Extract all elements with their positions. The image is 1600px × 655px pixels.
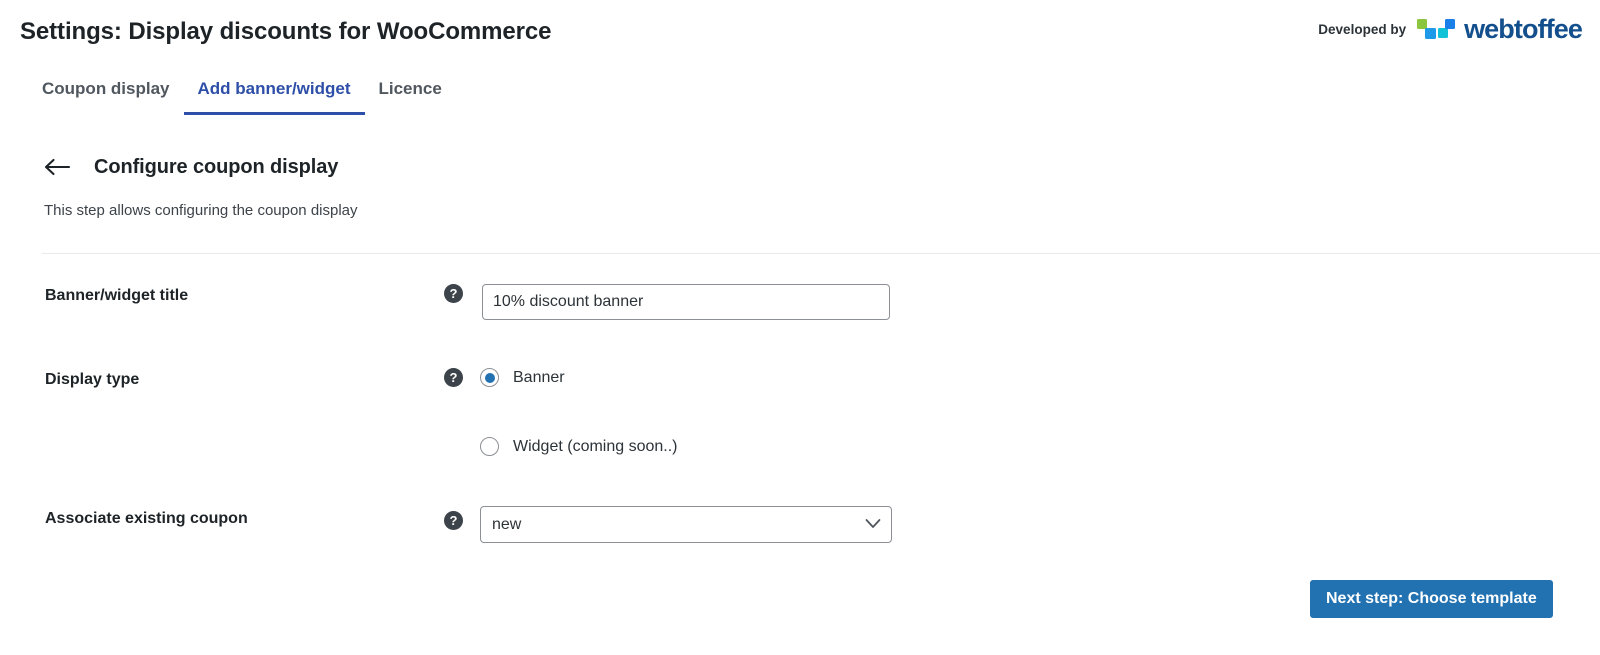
form-row-banner-title: Banner/widget title ?	[0, 278, 1600, 362]
section-divider	[42, 253, 1600, 254]
associate-coupon-select-wrap: new	[480, 506, 892, 543]
webtoffee-logo-mark	[1417, 18, 1456, 39]
display-type-label: Display type	[45, 371, 140, 388]
webtoffee-logo: webtoffee	[1417, 14, 1583, 44]
banner-title-input[interactable]	[482, 284, 890, 320]
banner-title-label: Banner/widget title	[45, 287, 189, 304]
arrow-left-icon[interactable]	[42, 154, 72, 180]
tab-licence[interactable]: Licence	[365, 78, 456, 115]
help-icon-display-type[interactable]: ?	[444, 368, 463, 387]
display-type-control: ? Banner Widget (coming soon..)	[444, 368, 678, 456]
associate-coupon-select[interactable]: new	[480, 506, 892, 543]
next-step-choose-template-button[interactable]: Next step: Choose template	[1310, 580, 1553, 618]
step-title: Configure coupon display	[94, 155, 339, 178]
tab-add-banner-widget[interactable]: Add banner/widget	[183, 78, 365, 115]
associate-coupon-label: Associate existing coupon	[45, 510, 248, 527]
radio-banner-label: Banner	[513, 368, 565, 386]
configure-panel: Configure coupon display This step allow…	[0, 146, 1600, 655]
radio-widget-label: Widget (coming soon..)	[513, 437, 678, 455]
developed-by-credit: Developed by webtoffee	[1318, 14, 1583, 44]
radio-option-widget[interactable]: Widget (coming soon..)	[480, 437, 678, 456]
help-icon-associate-coupon[interactable]: ?	[444, 511, 463, 530]
form-row-associate-coupon: Associate existing coupon ? new	[0, 501, 1600, 561]
page-header: Settings: Display discounts for WooComme…	[0, 0, 1600, 62]
radio-option-banner[interactable]: Banner	[480, 368, 565, 387]
radio-widget-icon[interactable]	[480, 437, 499, 456]
webtoffee-wordmark: webtoffee	[1464, 14, 1583, 44]
configure-form: Banner/widget title ? Display type ? Ban…	[0, 278, 1600, 561]
associate-coupon-control: ? new	[444, 506, 892, 543]
developed-by-label: Developed by	[1318, 22, 1407, 37]
page-title: Settings: Display discounts for WooComme…	[20, 18, 552, 45]
settings-tabs: Coupon display Add banner/widget Licence	[42, 78, 456, 115]
form-row-display-type: Display type ? Banner Widget (coming soo…	[0, 362, 1600, 501]
tab-coupon-display[interactable]: Coupon display	[42, 78, 184, 115]
step-header: Configure coupon display	[42, 154, 338, 180]
help-icon-banner-title[interactable]: ?	[444, 284, 463, 303]
step-description: This step allows configuring the coupon …	[44, 202, 358, 219]
radio-banner-icon[interactable]	[480, 368, 499, 387]
banner-title-control: ?	[444, 284, 890, 320]
